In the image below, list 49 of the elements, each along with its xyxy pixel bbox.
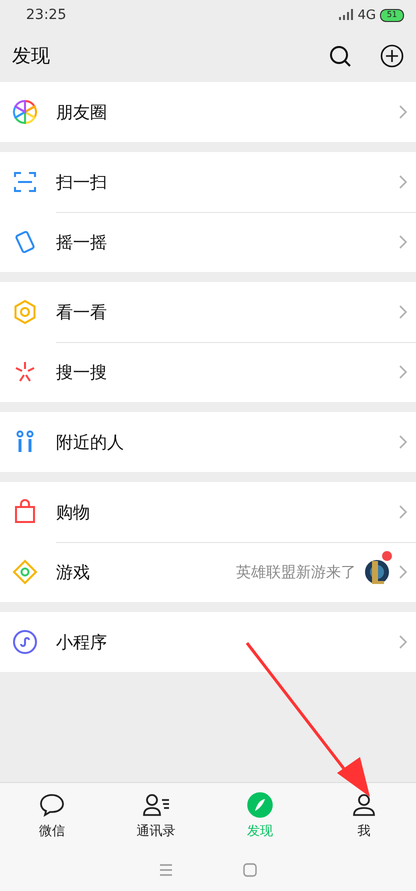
diamond-icon — [12, 559, 38, 585]
chat-bubble-icon — [38, 792, 66, 818]
aperture-icon — [12, 99, 38, 125]
tab[interactable]: 微信 — [0, 783, 104, 848]
tab[interactable]: 通讯录 — [104, 783, 208, 848]
chevron-icon — [398, 634, 408, 650]
menu-item[interactable]: 朋友圈 — [0, 82, 416, 142]
menu-item[interactable]: 摇一摇 — [0, 212, 416, 272]
chevron-icon — [398, 364, 408, 380]
item-label: 附近的人 — [56, 432, 125, 454]
person-icon — [350, 792, 378, 818]
chevron-icon — [398, 104, 408, 120]
mini-program-icon — [12, 629, 38, 655]
compass-icon — [247, 792, 273, 818]
item-note: 英雄联盟新游来了 — [236, 562, 356, 582]
contacts-icon — [141, 792, 171, 818]
item-label: 朋友圈 — [56, 102, 108, 124]
menu-item[interactable]: 游戏 英雄联盟新游来了 — [0, 542, 416, 602]
menu-item[interactable]: 小程序 — [0, 612, 416, 672]
item-label: 购物 — [56, 502, 91, 524]
chevron-icon — [398, 434, 408, 450]
home-icon — [243, 862, 257, 876]
item-label: 扫一扫 — [56, 172, 108, 194]
item-label: 看一看 — [56, 302, 108, 324]
chevron-icon — [398, 564, 408, 580]
status-time: 23:25 — [26, 7, 66, 23]
tab[interactable]: 我 — [312, 783, 416, 848]
chevron-icon — [398, 304, 408, 320]
chevron-icon — [398, 174, 408, 190]
item-label: 摇一摇 — [56, 232, 108, 254]
menu-item[interactable]: 购物 — [0, 482, 416, 542]
scan-icon — [12, 169, 38, 195]
page-title: 发现 — [12, 44, 51, 69]
hexagon-icon — [12, 299, 38, 325]
signal-icon — [338, 9, 354, 21]
menu-item[interactable]: 看一看 — [0, 282, 416, 342]
battery-indicator: 51 — [380, 8, 404, 22]
chevron-icon — [398, 234, 408, 250]
chevron-icon — [398, 504, 408, 520]
network-label: 4G — [358, 8, 376, 22]
item-label: 游戏 — [56, 562, 91, 584]
menu-item[interactable]: 搜一搜 — [0, 342, 416, 402]
shopping-bag-icon — [12, 499, 38, 525]
add-button[interactable] — [378, 42, 406, 70]
item-label: 搜一搜 — [56, 362, 108, 384]
menu-item[interactable]: 附近的人 — [0, 412, 416, 472]
menu-icon — [159, 864, 173, 876]
menu-item[interactable]: 扫一扫 — [0, 152, 416, 212]
item-label: 小程序 — [56, 632, 108, 654]
